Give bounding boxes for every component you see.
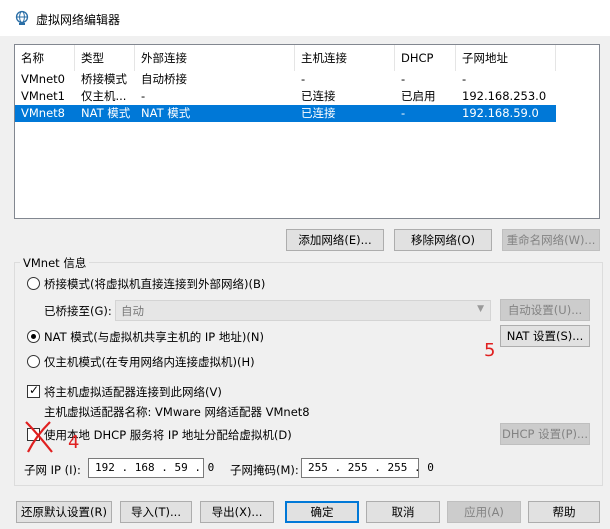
checkmark-icon: ✓: [29, 383, 40, 397]
table-row[interactable]: VMnet0 桥接模式 自动桥接 - - -: [15, 71, 599, 88]
group-title: VMnet 信息: [20, 255, 90, 271]
network-globe-icon: [15, 10, 29, 25]
ok-button[interactable]: 确定: [285, 501, 359, 523]
vmnet-info-group: [14, 262, 603, 486]
host-only-label[interactable]: 仅主机模式(在专用网络内连接虚拟机)(H): [44, 354, 255, 370]
cell-dhcp: -: [401, 106, 406, 120]
cell-dhcp: -: [401, 72, 406, 86]
annotation-5: 5: [484, 340, 496, 361]
cell-name: VMnet8: [21, 106, 65, 120]
cell-name: VMnet0: [21, 72, 65, 86]
cell-subnet: 192.168.59.0: [462, 106, 539, 120]
subnet-mask-value: 255 . 255 . 255 . 0: [308, 461, 434, 474]
cancel-button[interactable]: 取消: [366, 501, 440, 523]
cell-type: 仅主机...: [81, 89, 127, 103]
bridged-to-select[interactable]: 自动 ▼: [115, 300, 491, 321]
subnet-mask-label: 子网掩码(M):: [230, 463, 299, 477]
list-header: 名称 类型 外部连接 主机连接 DHCP 子网地址: [15, 45, 599, 71]
subnet-ip-input[interactable]: 192 . 168 . 59 . 0: [88, 458, 214, 478]
add-network-button[interactable]: 添加网络(E)...: [286, 229, 384, 251]
cell-host: 已连接: [301, 106, 336, 120]
column-header-dhcp[interactable]: DHCP: [395, 45, 456, 71]
cell-external: NAT 模式: [141, 106, 191, 120]
cell-type: 桥接模式: [81, 72, 127, 86]
column-header-name[interactable]: 名称: [15, 45, 75, 71]
cell-name: VMnet1: [21, 89, 65, 103]
bridge-mode-label[interactable]: 桥接模式(将虚拟机直接连接到外部网络)(B): [44, 276, 265, 292]
host-only-radio[interactable]: [27, 355, 40, 368]
subnet-ip-label: 子网 IP (I):: [24, 463, 81, 477]
apply-button[interactable]: 应用(A): [447, 501, 521, 523]
auto-settings-button[interactable]: 自动设置(U)...: [500, 299, 590, 321]
cell-subnet: 192.168.253.0: [462, 89, 547, 103]
cell-dhcp: 已启用: [401, 89, 436, 103]
dhcp-label[interactable]: 使用本地 DHCP 服务将 IP 地址分配给虚拟机(D): [44, 427, 292, 443]
column-header-subnet[interactable]: 子网地址: [456, 45, 556, 71]
import-button[interactable]: 导入(T)...: [120, 501, 192, 523]
annotation-4: 4: [68, 432, 80, 453]
nat-mode-radio[interactable]: [27, 330, 40, 343]
cell-subnet: -: [462, 72, 467, 86]
column-header-external[interactable]: 外部连接: [135, 45, 295, 71]
column-header-host[interactable]: 主机连接: [295, 45, 395, 71]
rename-network-button[interactable]: 重命名网络(W)...: [502, 229, 600, 251]
remove-network-button[interactable]: 移除网络(O): [394, 229, 492, 251]
cell-host: 已连接: [301, 89, 336, 103]
bridged-to-value: 自动: [121, 304, 144, 318]
connect-adapter-checkbox[interactable]: ✓: [27, 383, 40, 398]
title-bar: 虚拟网络编辑器: [0, 0, 610, 36]
window-title: 虚拟网络编辑器: [36, 13, 121, 27]
restore-defaults-button[interactable]: 还原默认设置(R): [16, 501, 112, 523]
subnet-ip-value: 192 . 168 . 59 . 0: [95, 461, 215, 474]
connect-adapter-label[interactable]: 将主机虚拟适配器连接到此网络(V): [44, 384, 222, 400]
subnet-mask-input[interactable]: 255 . 255 . 255 . 0: [301, 458, 434, 478]
cell-external: 自动桥接: [141, 72, 187, 86]
help-button[interactable]: 帮助: [528, 501, 600, 523]
chevron-down-icon: ▼: [477, 304, 484, 314]
network-list[interactable]: 名称 类型 外部连接 主机连接 DHCP 子网地址 VMnet0 桥接模式 自动…: [14, 44, 600, 219]
adapter-name-text: 主机虚拟适配器名称: VMware 网络适配器 VMnet8: [44, 405, 310, 419]
dhcp-settings-button[interactable]: DHCP 设置(P)...: [500, 423, 590, 445]
cell-type: NAT 模式: [81, 106, 131, 120]
table-row[interactable]: VMnet1 仅主机... - 已连接 已启用 192.168.253.0: [15, 88, 599, 105]
nat-mode-label[interactable]: NAT 模式(与虚拟机共享主机的 IP 地址)(N): [44, 329, 264, 345]
red-cross-annotation-icon: [25, 421, 53, 453]
cell-host: -: [301, 72, 306, 86]
cell-external: -: [141, 89, 146, 103]
nat-settings-button[interactable]: NAT 设置(S)...: [500, 325, 590, 347]
table-row-selected[interactable]: VMnet8 NAT 模式 NAT 模式 已连接 - 192.168.59.0: [15, 105, 556, 122]
export-button[interactable]: 导出(X)...: [200, 501, 274, 523]
bridged-to-label: 已桥接至(G):: [44, 304, 112, 318]
bridge-mode-radio[interactable]: [27, 277, 40, 290]
column-header-type[interactable]: 类型: [75, 45, 135, 71]
